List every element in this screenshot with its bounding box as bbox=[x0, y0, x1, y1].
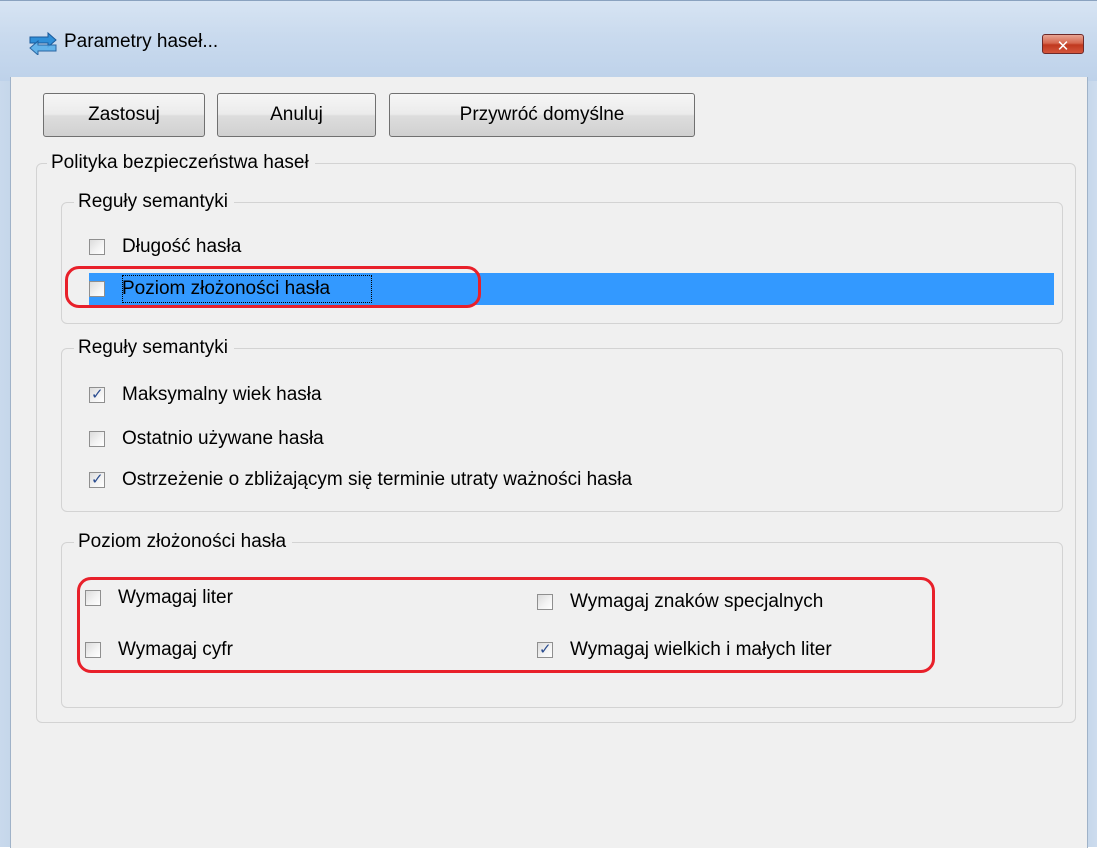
password-complexity-legend: Poziom złożoności hasła bbox=[74, 531, 293, 553]
cancel-button[interactable]: Anuluj bbox=[217, 93, 376, 137]
expiry-warning-checkbox[interactable] bbox=[89, 470, 105, 488]
password-length-option[interactable]: Długość hasła bbox=[89, 234, 241, 260]
expiry-warning-label: Ostrzeżenie o zbliżającym się terminie u… bbox=[122, 469, 633, 490]
semantic-rules-legend-1: Reguły semantyki bbox=[74, 191, 234, 213]
password-complexity-group: Poziom złożoności hasła Wymagaj liter Wy… bbox=[61, 531, 1063, 708]
dialog-client-area: Zastosuj Anuluj Przywróć domyślne Polity… bbox=[10, 77, 1088, 848]
password-length-label: Długość hasła bbox=[122, 236, 242, 257]
recent-passwords-label: Ostatnio używane hasła bbox=[122, 428, 324, 449]
close-button[interactable]: ✕ bbox=[1042, 34, 1084, 55]
semantic-rules-legend-2: Reguły semantyki bbox=[74, 337, 234, 359]
password-policy-group: Polityka bezpieczeństwa haseł Reguły sem… bbox=[36, 152, 1076, 723]
semantic-rules-group-2: Reguły semantyki Maksymalny wiek hasła O… bbox=[61, 337, 1063, 512]
annotation-ring-complexity bbox=[65, 266, 481, 308]
max-age-checkbox[interactable] bbox=[89, 385, 105, 403]
close-icon: ✕ bbox=[1056, 37, 1070, 55]
apply-button[interactable]: Zastosuj bbox=[43, 93, 205, 137]
annotation-ring-complexity-options bbox=[77, 577, 935, 673]
recent-passwords-checkbox[interactable] bbox=[89, 431, 105, 447]
password-policy-legend: Polityka bezpieczeństwa haseł bbox=[47, 152, 315, 174]
expiry-warning-option[interactable]: Ostrzeżenie o zbliżającym się terminie u… bbox=[89, 467, 632, 493]
password-settings-icon bbox=[29, 31, 57, 55]
max-age-label: Maksymalny wiek hasła bbox=[122, 384, 322, 405]
title-bar[interactable]: Parametry haseł... ✕ bbox=[0, 1, 1097, 81]
recent-passwords-option[interactable]: Ostatnio używane hasła bbox=[89, 426, 324, 452]
password-length-checkbox[interactable] bbox=[89, 239, 105, 255]
max-age-option[interactable]: Maksymalny wiek hasła bbox=[89, 382, 322, 408]
semantic-rules-group-1: Reguły semantyki Długość hasła Poziom zł… bbox=[61, 191, 1063, 324]
restore-defaults-button[interactable]: Przywróć domyślne bbox=[389, 93, 695, 137]
dialog-window: Parametry haseł... ✕ Zastosuj Anuluj Prz… bbox=[0, 0, 1097, 848]
window-title: Parametry haseł... bbox=[64, 31, 219, 52]
